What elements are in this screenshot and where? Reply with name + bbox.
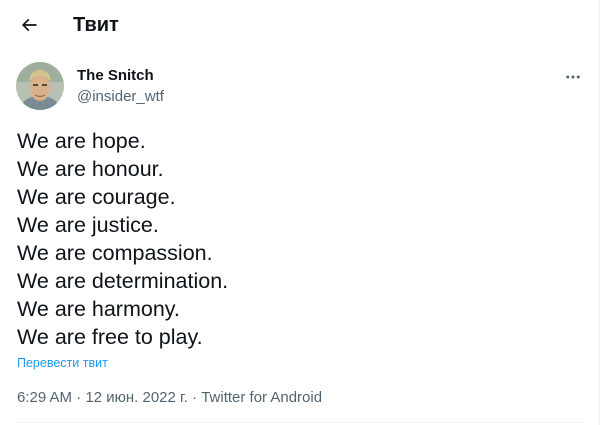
meta-separator: · bbox=[187, 389, 202, 406]
translate-tweet-link[interactable]: Перевести твит bbox=[17, 355, 108, 371]
tweet-meta: 6:29 AM · 12 июн. 2022 г. · Twitter for … bbox=[17, 388, 322, 408]
avatar-image bbox=[16, 62, 64, 110]
tweet-time-link[interactable]: 6:29 AM bbox=[17, 389, 72, 406]
tweet-line: We are honour. bbox=[17, 157, 164, 181]
tweet-page: Твит The Snitch @insider_wtf We are hope… bbox=[0, 0, 600, 425]
author-handle[interactable]: @insider_wtf bbox=[77, 88, 164, 106]
avatar[interactable] bbox=[16, 62, 64, 110]
divider bbox=[16, 422, 584, 423]
author-name[interactable]: The Snitch bbox=[77, 67, 154, 85]
more-options-button[interactable] bbox=[560, 64, 586, 90]
tweet-line: We are free to play. bbox=[17, 325, 203, 349]
more-horizontal-icon bbox=[566, 75, 580, 79]
tweet-text: We are hope. We are honour. We are coura… bbox=[17, 127, 577, 351]
meta-separator: · bbox=[72, 389, 86, 406]
page-title: Твит bbox=[73, 14, 119, 36]
tweet-line: We are hope. bbox=[17, 129, 146, 153]
tweet-date-link[interactable]: 12 июн. 2022 г. bbox=[85, 389, 187, 406]
page-header: Твит bbox=[0, 0, 600, 50]
tweet-line: We are harmony. bbox=[17, 297, 180, 321]
back-button[interactable] bbox=[12, 8, 46, 42]
tweet-source-link[interactable]: Twitter for Android bbox=[201, 389, 322, 406]
tweet-line: We are determination. bbox=[17, 269, 229, 293]
tweet-line: We are compassion. bbox=[17, 241, 213, 265]
tweet-line: We are justice. bbox=[17, 213, 159, 237]
tweet-line: We are courage. bbox=[17, 185, 176, 209]
arrow-left-icon bbox=[21, 18, 37, 32]
